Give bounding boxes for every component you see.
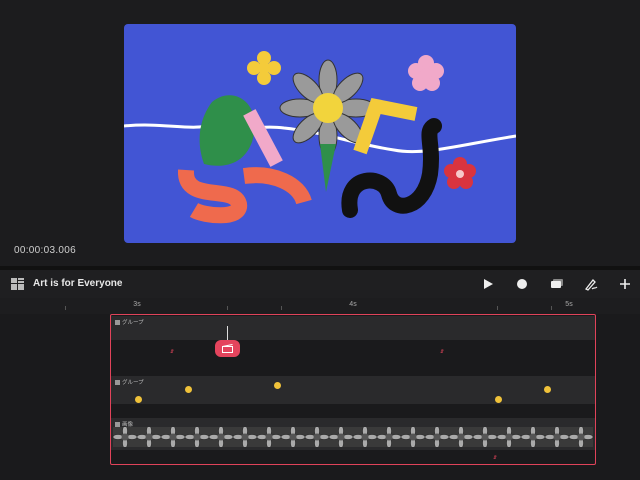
artwork — [124, 51, 516, 224]
layers-icon — [551, 279, 563, 288]
play-button[interactable] — [480, 276, 496, 292]
image-clip-thumbnails[interactable] — [113, 427, 594, 447]
yellow-v — [353, 97, 418, 155]
track-label: グループ — [122, 320, 144, 326]
orange-shape — [178, 169, 247, 224]
track-group-1[interactable]: グループ — [111, 316, 595, 340]
timeline-toolbar: Art is for Everyone — [0, 270, 640, 298]
keyframe[interactable] — [544, 386, 551, 393]
pink-flower — [408, 55, 444, 91]
track-group-2[interactable]: グループ — [111, 376, 595, 404]
preview-canvas[interactable] — [124, 24, 516, 243]
playhead-handle[interactable] — [215, 340, 240, 357]
clapper-icon — [222, 344, 233, 353]
ruler-label-5s: 5s — [565, 301, 573, 308]
leaf-shape — [199, 95, 255, 166]
add-button[interactable] — [617, 276, 633, 292]
project-title: Art is for Everyone — [33, 278, 123, 289]
keyframe[interactable] — [495, 396, 502, 403]
preview-area: 00:00:03.006 — [0, 0, 640, 266]
keyframe[interactable] — [135, 396, 142, 403]
record-icon — [517, 279, 527, 289]
keyframe[interactable] — [185, 386, 192, 393]
pin-marker[interactable]: ⇵ — [440, 350, 444, 355]
ruler-label-3s: 3s — [133, 301, 141, 308]
timecode: 00:00:03.006 — [14, 245, 76, 256]
layers-button[interactable] — [549, 276, 565, 292]
record-button[interactable] — [514, 276, 530, 292]
plus-icon — [620, 279, 630, 289]
keyframe[interactable] — [274, 382, 281, 389]
ruler-label-4s: 4s — [349, 301, 357, 308]
track-label: グループ — [122, 380, 144, 386]
pin-marker[interactable]: ⇵ — [170, 350, 174, 355]
timeline: グループ ⇵ ⇵ グループ 画像 ⇵ — [0, 314, 640, 480]
pen-scribble-icon — [585, 279, 598, 291]
pin-marker[interactable]: ⇵ — [493, 456, 497, 461]
red-flower — [444, 157, 476, 189]
draw-button[interactable] — [583, 276, 599, 292]
yellow-cross — [247, 51, 281, 85]
layout-grid-icon[interactable] — [11, 278, 24, 290]
time-ruler[interactable]: 3s 4s 5s — [0, 298, 640, 314]
play-icon — [484, 279, 493, 289]
